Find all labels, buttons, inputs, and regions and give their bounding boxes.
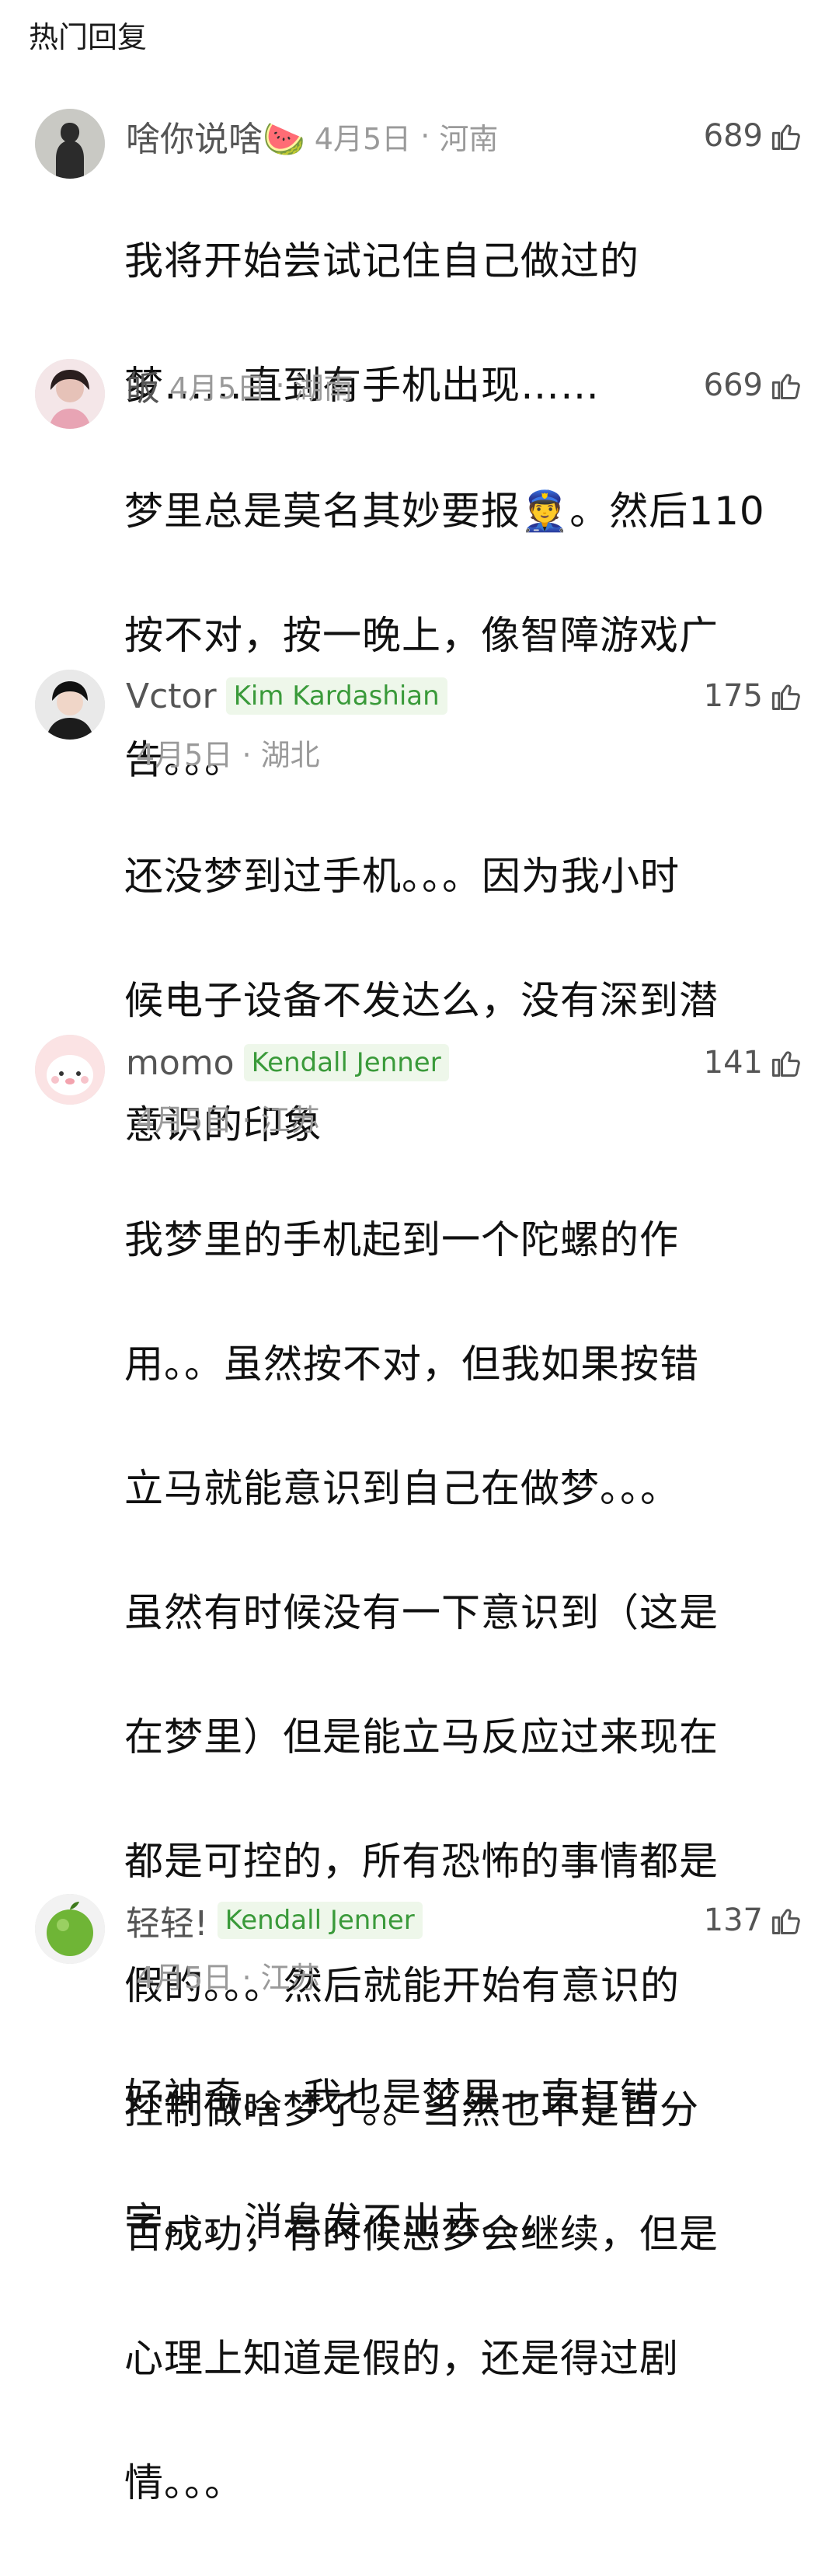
meta-location: 湖北 [260, 738, 320, 772]
like-count: 137 [703, 1902, 763, 1938]
like-count: 669 [703, 367, 763, 403]
thumbs-up-icon [772, 124, 800, 150]
comment-text: 好神奇。。我也是梦里一直打错 字。。。消息发不出去。。。 [124, 2004, 800, 2315]
comment-line: 梦里总是莫名其妙要报👮。然后110 [124, 489, 765, 534]
meta-separator: · [232, 1961, 261, 1995]
comment-line: 立马就能意识到自己在做梦。。。 [124, 1466, 680, 1511]
thumbs-up-icon [772, 1909, 800, 1934]
meta-location: 江苏 [260, 1103, 320, 1137]
meta-date: 4月5日 [136, 738, 233, 772]
comment-line: 按不对，按一晚上，像智障游戏广 [124, 613, 719, 658]
comment-line: 在梦里）但是能立马反应过来现在 [124, 1714, 719, 1760]
comment-line: 我梦里的手机起到一个陀螺的作 [124, 1217, 679, 1262]
user-line: 轻轻! Kendall Jenner [126, 1897, 433, 1944]
comment-line: 候电子设备不发达么，没有深到潜 [124, 978, 719, 1023]
thumbs-up-icon [772, 684, 800, 710]
comment-line: 都是可控的，所有恐怖的事情都是 [124, 1839, 719, 1884]
username[interactable]: momo [126, 1043, 235, 1083]
meta-separator: · [232, 1103, 261, 1137]
username[interactable]: 皈 [126, 360, 160, 410]
like-button[interactable]: 689 [704, 113, 803, 159]
avatar[interactable] [35, 109, 105, 179]
comment-line: 用。。虽然按不对，但我如果按错 [124, 1342, 699, 1387]
like-button[interactable]: 175 [704, 673, 803, 719]
like-button[interactable]: 669 [704, 362, 803, 409]
user-badge: Kendall Jenner [243, 1044, 449, 1081]
comment-line: 心理上知道是假的，还是得过剧 [124, 2336, 679, 2381]
avatar[interactable] [35, 670, 105, 740]
username[interactable]: Vctor [126, 677, 217, 716]
meta-date: 4月5日 [136, 1103, 233, 1137]
avatar[interactable] [35, 359, 105, 429]
meta-separator: · [232, 738, 261, 772]
avatar-photo-icon [35, 670, 105, 740]
like-button[interactable]: 137 [704, 1897, 803, 1944]
comment-text: 我梦里的手机起到一个陀螺的作 用。。虽然按不对，但我如果按错 立马就能意识到自己… [124, 1147, 800, 2576]
meta-separator: · [411, 119, 440, 153]
meta-separator: · [266, 368, 294, 402]
avatar[interactable] [35, 1035, 105, 1105]
meta-location: 湖南 [294, 371, 353, 406]
thumbs-up-icon [772, 374, 800, 399]
comment-line: 还没梦到过手机。。。因为我小时 [124, 854, 680, 899]
avatar-cartoon-icon [35, 1035, 105, 1105]
meta-location: 江苏 [260, 1961, 320, 1995]
comment-line: 情。。。 [124, 2460, 244, 2505]
meta-date: 4月5日 [169, 371, 266, 406]
meta-location: 河南 [439, 121, 499, 156]
like-count: 689 [703, 118, 763, 154]
user-line: 皈 4月5日 · 湖南 [126, 362, 353, 409]
like-count: 175 [703, 678, 763, 714]
like-button[interactable]: 141 [704, 1039, 803, 1086]
comment-line: 好神奇。。我也是梦里一直打错 [124, 2075, 660, 2120]
comment-line: 字。。。消息发不出去。。。 [124, 2199, 562, 2244]
meta-line: 4月5日 · 湖北 [136, 733, 320, 777]
user-line: 啥你说啥🍉 4月5日 · 河南 [126, 113, 498, 159]
username[interactable]: 啥你说啥🍉 [126, 111, 305, 161]
meta-date: 4月5日 [314, 121, 412, 156]
username[interactable]: 轻轻! [126, 1895, 208, 1945]
avatar-apple-icon [35, 1894, 105, 1964]
user-badge: Kim Kardashian [225, 677, 447, 715]
user-line: momo Kendall Jenner [126, 1039, 460, 1086]
avatar-photo-icon [35, 359, 105, 429]
meta-line: 4月5日 · 江苏 [136, 1956, 320, 2000]
thumbs-up-icon [772, 1051, 800, 1077]
comment-line: 虽然有时候没有一下意识到（这是 [124, 1590, 719, 1635]
meta-line: 4月5日 · 江苏 [136, 1098, 320, 1142]
like-count: 141 [703, 1045, 763, 1081]
user-line: Vctor Kim Kardashian [126, 673, 458, 719]
meta-date: 4月5日 [136, 1961, 233, 1995]
avatar[interactable] [35, 1894, 105, 1964]
avatar-silhouette-icon [35, 109, 105, 179]
user-badge: Kendall Jenner [217, 1902, 423, 1939]
comment-line: 我将开始尝试记住自己做过的 [124, 238, 639, 284]
section-title: 热门回复 [29, 20, 148, 54]
